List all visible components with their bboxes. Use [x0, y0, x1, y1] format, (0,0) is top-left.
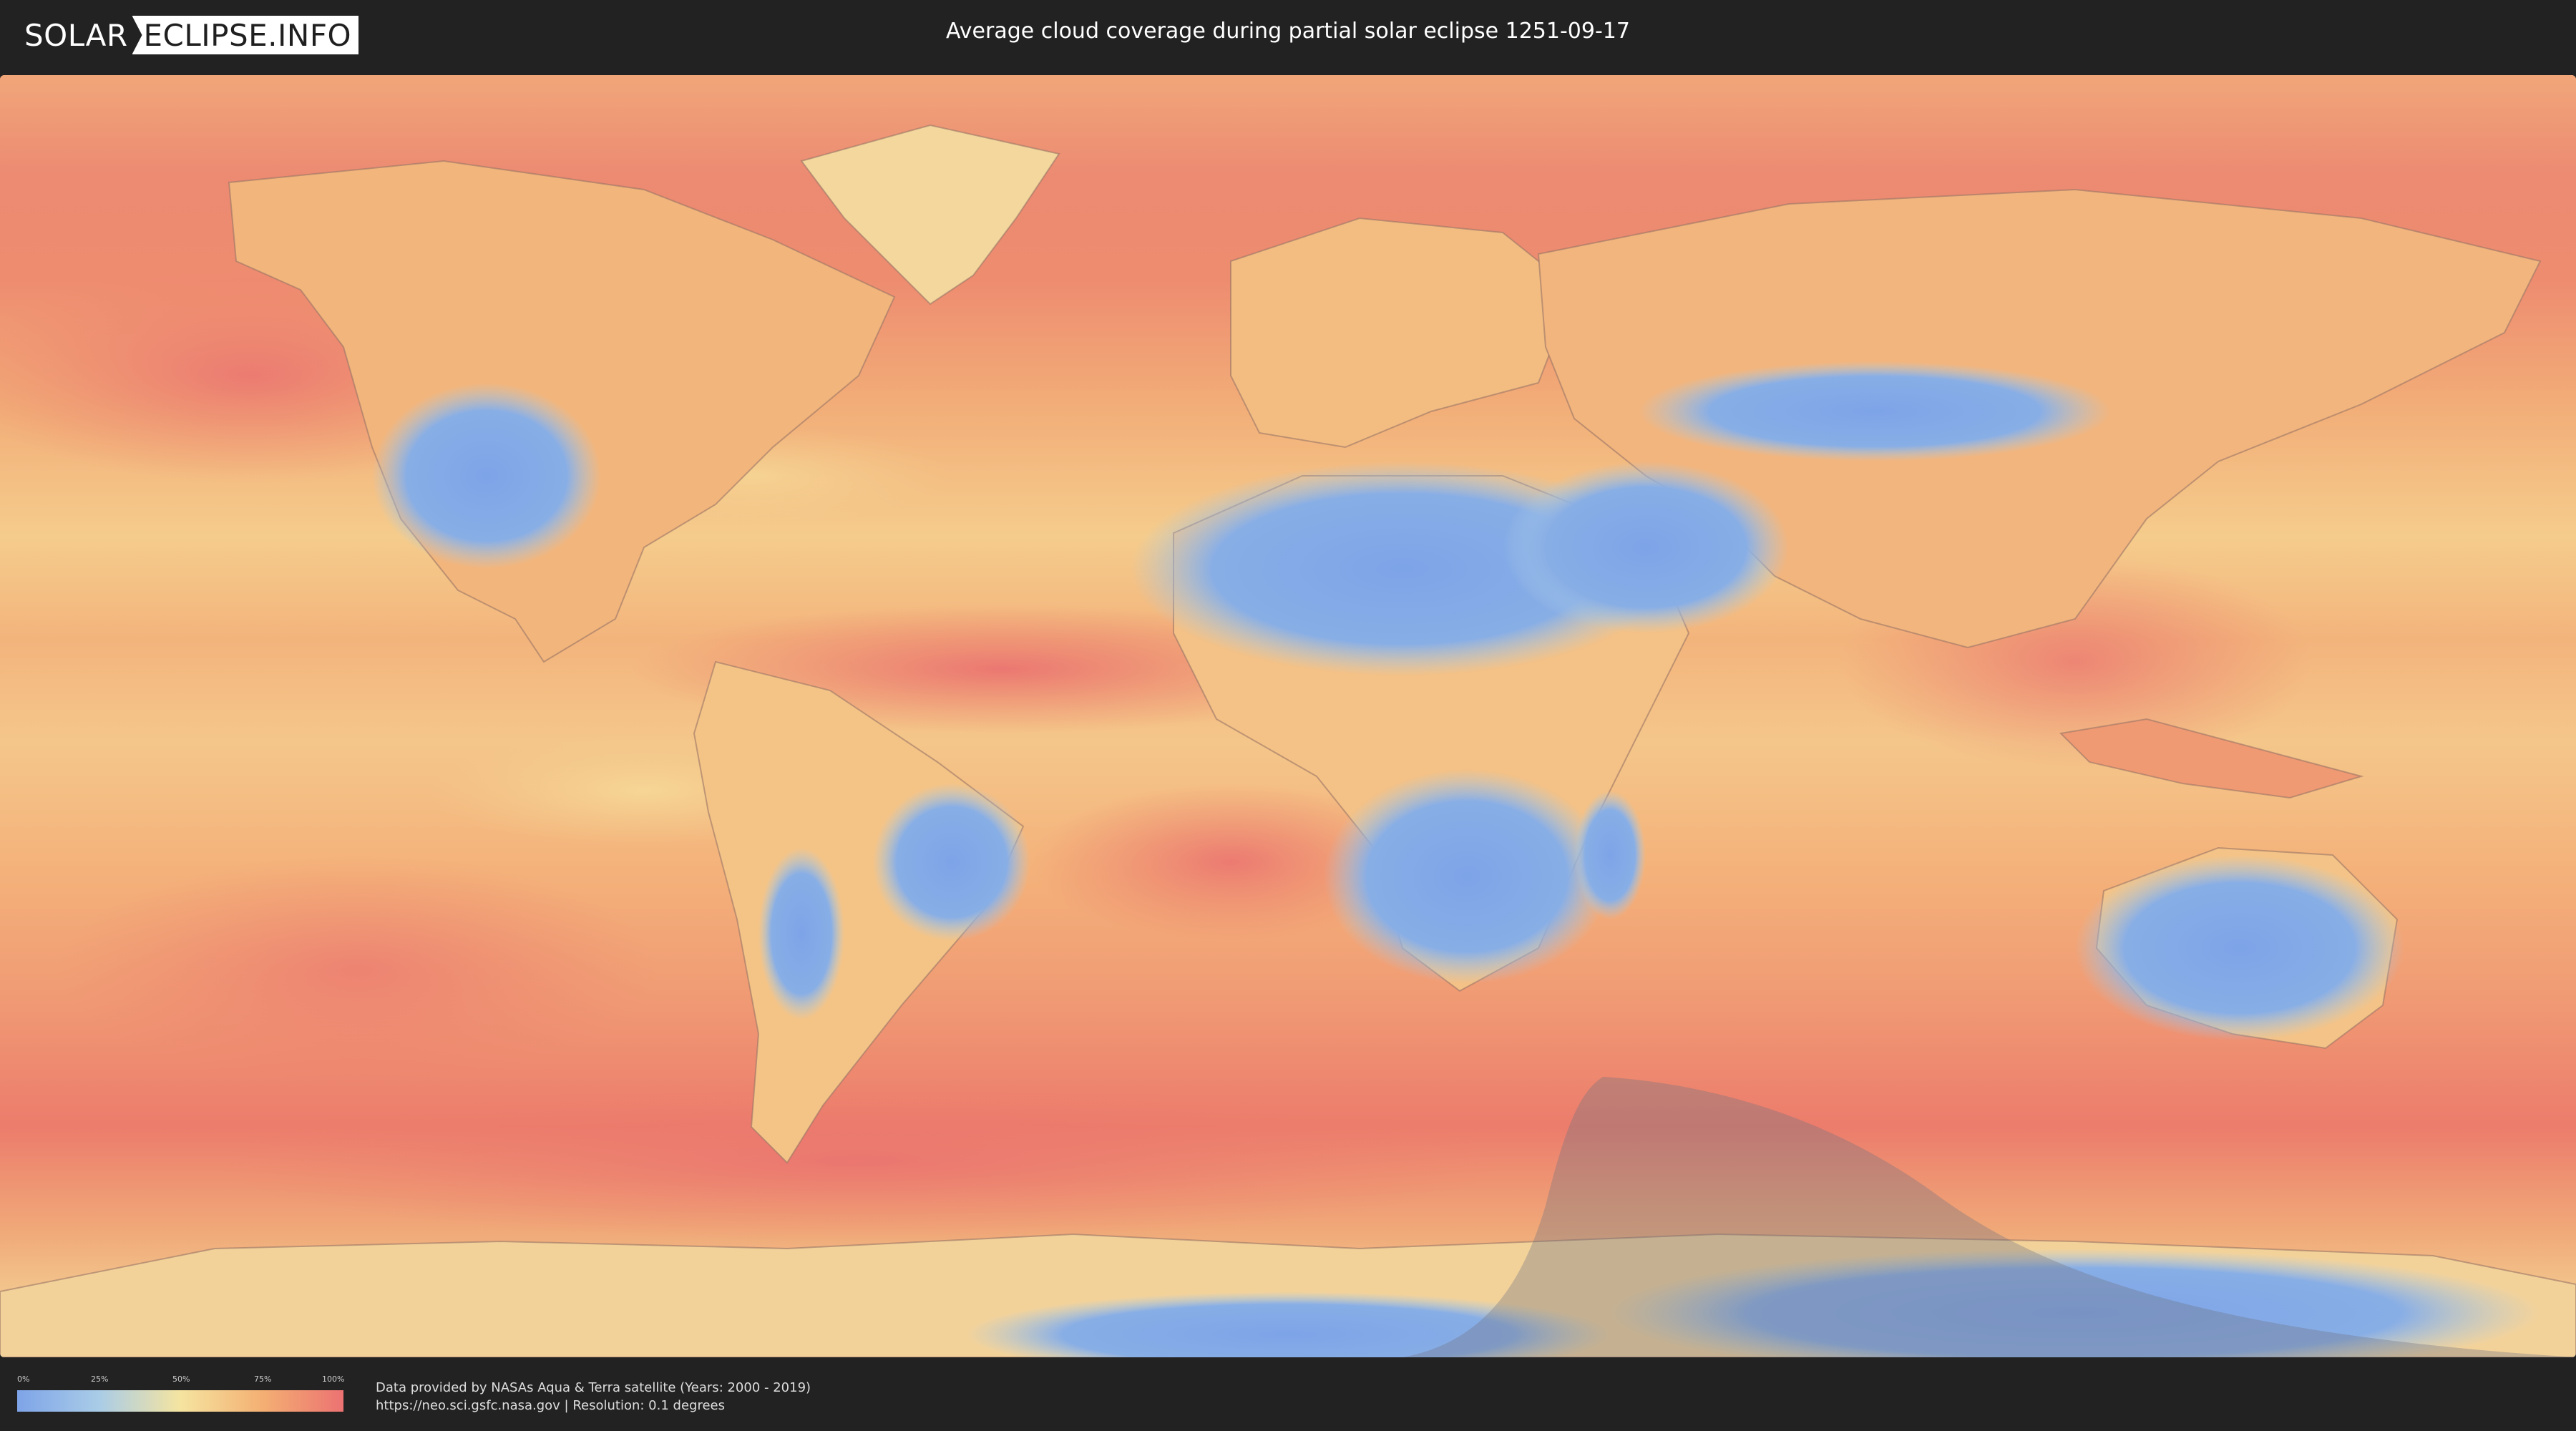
- data-credit: Data provided by NASAs Aqua & Terra sate…: [376, 1379, 811, 1415]
- clear-sky-southern-africa: [1324, 769, 1610, 984]
- credit-line-url[interactable]: https://neo.sci.gsfc.nasa.gov | Resoluti…: [376, 1397, 811, 1415]
- cloud-coverage-legend: 0% 25% 50% 75% 100%: [17, 1374, 345, 1412]
- clear-sky-brazil: [873, 783, 1030, 941]
- legend-tick-75: 75%: [254, 1374, 272, 1384]
- legend-tick-25: 25%: [91, 1374, 109, 1384]
- clear-sky-central-asia: [1639, 361, 2111, 461]
- header-bar: SOLAR ECLIPSE.INFO Average cloud coverag…: [0, 0, 2576, 72]
- legend-tick-row: 0% 25% 50% 75% 100%: [17, 1374, 345, 1386]
- clear-sky-australia: [2075, 855, 2404, 1041]
- credit-line-source: Data provided by NASAs Aqua & Terra sate…: [376, 1380, 811, 1395]
- cloud-coverage-map[interactable]: [0, 75, 2576, 1357]
- clear-sky-madagascar: [1574, 791, 1646, 919]
- legend-tick-0: 0%: [17, 1374, 30, 1384]
- west-pacific-south: [57, 855, 658, 1084]
- legend-tick-100: 100%: [322, 1374, 345, 1384]
- footer-bar: 0% 25% 50% 75% 100% Data provided by NAS…: [0, 1357, 2576, 1431]
- page-title: Average cloud coverage during partial so…: [946, 19, 1630, 44]
- map-svg: [0, 75, 2576, 1357]
- page: SOLAR ECLIPSE.INFO Average cloud coverag…: [0, 0, 2576, 1431]
- legend-tick-50: 50%: [172, 1374, 190, 1384]
- clear-sky-arabia: [1503, 461, 1789, 633]
- clear-sky-us-southwest: [372, 383, 601, 569]
- southern-ocean-cloud: [215, 1084, 1503, 1241]
- clear-sky-andes: [758, 848, 844, 1020]
- legend-color-bar: [17, 1390, 343, 1412]
